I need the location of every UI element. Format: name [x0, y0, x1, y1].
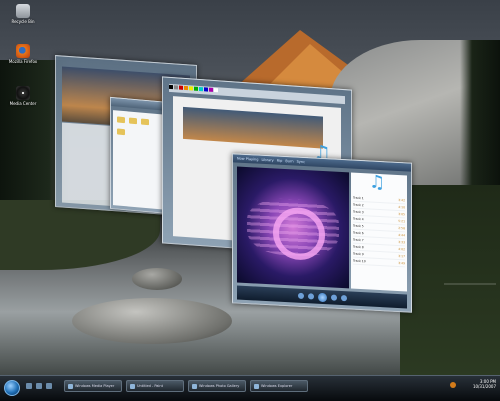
playlist-duration: 3:42 — [398, 197, 405, 203]
sidebar-gadget-divider — [444, 283, 496, 285]
playlist-duration: 3:05 — [398, 211, 405, 217]
tab-rip[interactable]: Rip — [277, 159, 283, 163]
taskbar-button-label: Untitled - Paint — [137, 384, 163, 388]
playlist-pane[interactable]: ♫ Track 1 3:42 Track 2 4:10 Track 3 3:05 Tr… — [351, 171, 407, 292]
next-button[interactable] — [330, 294, 337, 301]
folder-icon[interactable] — [117, 128, 125, 136]
color-swatch[interactable] — [194, 86, 198, 91]
language-icon[interactable] — [450, 382, 456, 388]
taskbar-button-label: Windows Photo Gallery — [199, 384, 240, 388]
system-tray: 3:00 PM 10/31/2007 — [450, 379, 496, 397]
firefox-icon — [16, 44, 30, 58]
desktop-icon-recycle-bin[interactable]: Recycle Bin — [6, 4, 40, 24]
playlist-title: Track 10 — [353, 258, 366, 264]
playlist-title: Track 7 — [353, 237, 364, 243]
playlist-duration: 5:21 — [398, 218, 405, 224]
wallpaper-rock-small — [132, 268, 182, 290]
playlist-duration: 3:17 — [398, 253, 405, 259]
media-player-window[interactable]: Now Playing Library Rip Burn Sync ♫ Trac… — [232, 153, 412, 313]
tab-burn[interactable]: Burn — [285, 159, 293, 163]
paint-icon — [130, 383, 135, 389]
folder-icon[interactable] — [117, 116, 125, 124]
taskbar: Windows Media Player Untitled - Paint Wi… — [0, 375, 500, 401]
taskbar-button-paint[interactable]: Untitled - Paint — [126, 380, 184, 392]
playlist-duration: 3:49 — [398, 260, 405, 266]
color-swatch[interactable] — [189, 86, 193, 91]
tab-library[interactable]: Library — [261, 158, 273, 163]
clock-date[interactable]: 10/31/2007 — [450, 384, 496, 389]
quick-launch-icon[interactable] — [46, 383, 52, 389]
taskbar-button-photo-gallery[interactable]: Windows Photo Gallery — [188, 380, 246, 392]
show-desktop-icon[interactable] — [26, 383, 32, 389]
disc-icon — [16, 86, 30, 100]
color-swatch[interactable] — [184, 85, 188, 91]
playlist-duration: 3:33 — [398, 239, 405, 245]
folder-icon[interactable] — [129, 117, 137, 125]
tab-sync[interactable]: Sync — [297, 160, 305, 164]
desktop-icon-media-center[interactable]: Media Center — [6, 86, 40, 106]
start-button[interactable] — [4, 380, 20, 396]
color-swatch[interactable] — [199, 86, 203, 92]
recycle-bin-icon — [16, 4, 30, 18]
playlist-duration: 4:44 — [398, 232, 405, 238]
album-art-icon: ♫ — [369, 171, 386, 194]
play-button[interactable] — [317, 292, 327, 302]
volume-button[interactable] — [340, 294, 347, 302]
tab-now-playing[interactable]: Now Playing — [237, 157, 258, 162]
color-swatch[interactable] — [169, 84, 173, 90]
wallpaper-trees-right — [460, 40, 500, 190]
taskbar-button-label: Windows Media Player — [75, 384, 115, 388]
desktop-icon-label: Mozilla Firefox — [8, 59, 38, 64]
stop-button[interactable] — [297, 292, 304, 300]
previous-button[interactable] — [307, 293, 314, 300]
color-swatch[interactable] — [174, 85, 178, 90]
playlist-title: Track 4 — [353, 216, 364, 222]
color-swatch[interactable] — [209, 87, 213, 92]
photo-gallery-icon — [192, 383, 197, 389]
playlist-duration: 4:10 — [398, 204, 405, 210]
playlist-title: Track 6 — [353, 230, 364, 236]
media-player-icon — [68, 383, 73, 389]
playlist-title: Track 5 — [353, 223, 364, 229]
folder-icon — [254, 383, 259, 389]
desktop-icon-label: Media Center — [9, 101, 37, 106]
taskbar-button-label: Windows Explorer — [261, 384, 293, 388]
color-swatch[interactable] — [179, 85, 183, 90]
playlist-title: Track 9 — [353, 251, 364, 257]
desktop-icon-firefox[interactable]: Mozilla Firefox — [6, 44, 40, 64]
desktop-icon-label: Recycle Bin — [11, 19, 35, 24]
playlist-title: Track 2 — [353, 202, 364, 208]
playlist-title: Track 3 — [353, 209, 364, 215]
color-swatch[interactable] — [204, 87, 208, 92]
taskbar-button-media-player[interactable]: Windows Media Player — [64, 380, 122, 392]
wallpaper-rock-large — [72, 298, 232, 344]
playlist-title: Track 1 — [353, 195, 364, 201]
color-swatch[interactable] — [214, 87, 218, 93]
folder-icon[interactable] — [141, 118, 149, 126]
taskbar-button-explorer[interactable]: Windows Explorer — [250, 380, 308, 392]
playlist-title: Track 8 — [353, 244, 364, 250]
playlist-duration: 4:02 — [398, 246, 405, 252]
switch-windows-icon[interactable] — [36, 383, 42, 389]
visualization — [237, 166, 349, 289]
playlist-duration: 2:58 — [398, 225, 405, 231]
